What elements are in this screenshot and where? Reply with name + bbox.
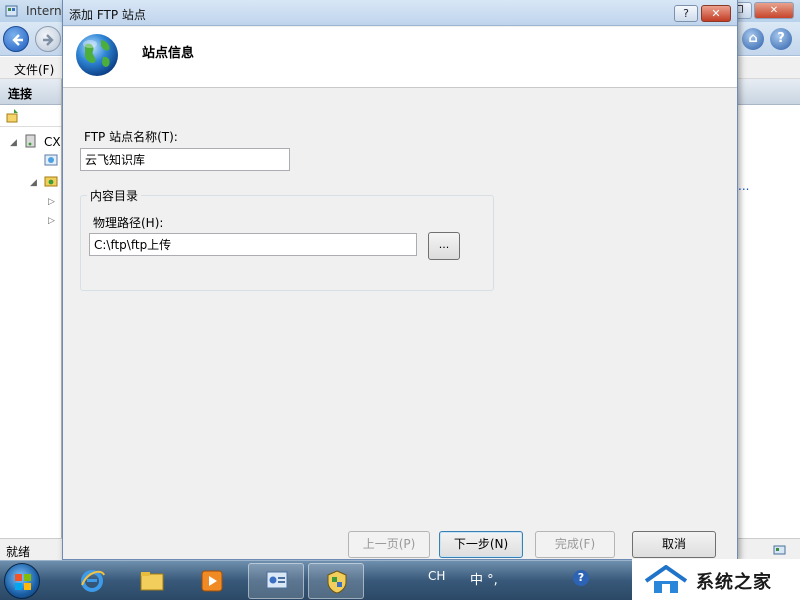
- back-button[interactable]: [3, 26, 29, 52]
- windows-logo-icon: [15, 574, 31, 590]
- ime-indicator[interactable]: 中 °,: [470, 569, 498, 588]
- actions-pane: ...: [738, 79, 800, 539]
- actions-link[interactable]: ...: [738, 179, 749, 193]
- taskbar-iis-manager[interactable]: [248, 563, 304, 599]
- sites-folder-icon: [44, 176, 58, 187]
- taskbar-explorer[interactable]: [124, 563, 180, 599]
- dialog-help-button[interactable]: ?: [674, 5, 698, 22]
- finish-button[interactable]: 完成(F): [535, 531, 615, 558]
- cancel-button[interactable]: 取消: [632, 531, 716, 558]
- dialog-close-button[interactable]: ✕: [701, 5, 731, 22]
- next-button[interactable]: 下一步(N): [439, 531, 523, 558]
- tree-expand-arrow-sites[interactable]: ◢: [30, 178, 37, 188]
- forward-button[interactable]: [35, 26, 61, 52]
- connections-pane: 连接 ◢ CX ◢ ▷ ▷: [0, 79, 62, 539]
- help-icon[interactable]: ?: [770, 28, 792, 50]
- create-connection-icon[interactable]: [5, 108, 21, 124]
- house-logo-icon: [644, 565, 688, 593]
- tray-help-icon[interactable]: ?: [573, 570, 589, 586]
- iis-manager-icon: [266, 571, 288, 589]
- nav-right-tools: ⌂ ?: [742, 28, 792, 50]
- network-status-icon: [773, 545, 786, 555]
- add-ftp-site-dialog: 添加 FTP 站点 ? ✕ 站点信息 FTP 站点名称(T): 内容目录 物理路…: [62, 0, 738, 560]
- taskbar-media-player[interactable]: [184, 563, 240, 599]
- actions-header: [738, 79, 800, 105]
- previous-button[interactable]: 上一页(P): [348, 531, 430, 558]
- taskbar-ie[interactable]: [64, 563, 120, 599]
- page-title: 站点信息: [142, 46, 195, 61]
- iis-app-icon: [5, 5, 18, 17]
- menu-file[interactable]: 文件(F): [14, 61, 54, 78]
- status-text: 就绪: [6, 545, 31, 559]
- tree-collapse-arrow-2[interactable]: ▷: [48, 216, 55, 226]
- dialog-titlebar[interactable]: 添加 FTP 站点 ? ✕: [63, 0, 737, 26]
- arrow-left-icon: [12, 34, 23, 46]
- connections-header: 连接: [0, 79, 61, 105]
- tree-expand-arrow[interactable]: ◢: [10, 138, 17, 148]
- app-pools-icon: [44, 154, 58, 166]
- tree-collapse-arrow-1[interactable]: ▷: [48, 197, 55, 207]
- server-icon: [25, 134, 36, 148]
- shield-icon: [327, 570, 347, 594]
- site-name-input[interactable]: [80, 148, 290, 171]
- start-button[interactable]: [4, 563, 40, 599]
- folder-icon: [140, 572, 164, 591]
- media-player-icon: [201, 570, 223, 592]
- language-indicator[interactable]: CH: [428, 569, 445, 583]
- physical-path-input[interactable]: [89, 233, 417, 256]
- tree-root-label[interactable]: CX: [44, 135, 61, 149]
- physical-path-label: 物理路径(H):: [93, 216, 164, 230]
- internet-explorer-icon: [81, 570, 105, 592]
- close-icon[interactable]: ✕: [754, 2, 794, 19]
- watermark: 系统之家: [632, 559, 800, 600]
- globe-icon: [76, 34, 118, 76]
- dialog-header: 站点信息: [63, 27, 737, 88]
- dialog-title: 添加 FTP 站点: [69, 8, 146, 22]
- connections-toolbar: [0, 105, 61, 127]
- iis-manager-title: Intern: [26, 4, 62, 18]
- content-directory-legend: 内容目录: [87, 187, 142, 204]
- taskbar-security[interactable]: [308, 563, 364, 599]
- browse-button[interactable]: ...: [428, 232, 460, 260]
- actions-toolbar: [738, 105, 800, 127]
- site-name-label: FTP 站点名称(T):: [84, 130, 178, 144]
- dialog-footer: 上一页(P) 下一步(N) 完成(F) 取消: [63, 524, 737, 560]
- watermark-text: 系统之家: [696, 572, 772, 593]
- home-icon[interactable]: ⌂: [742, 28, 764, 50]
- arrow-right-icon: [43, 34, 54, 46]
